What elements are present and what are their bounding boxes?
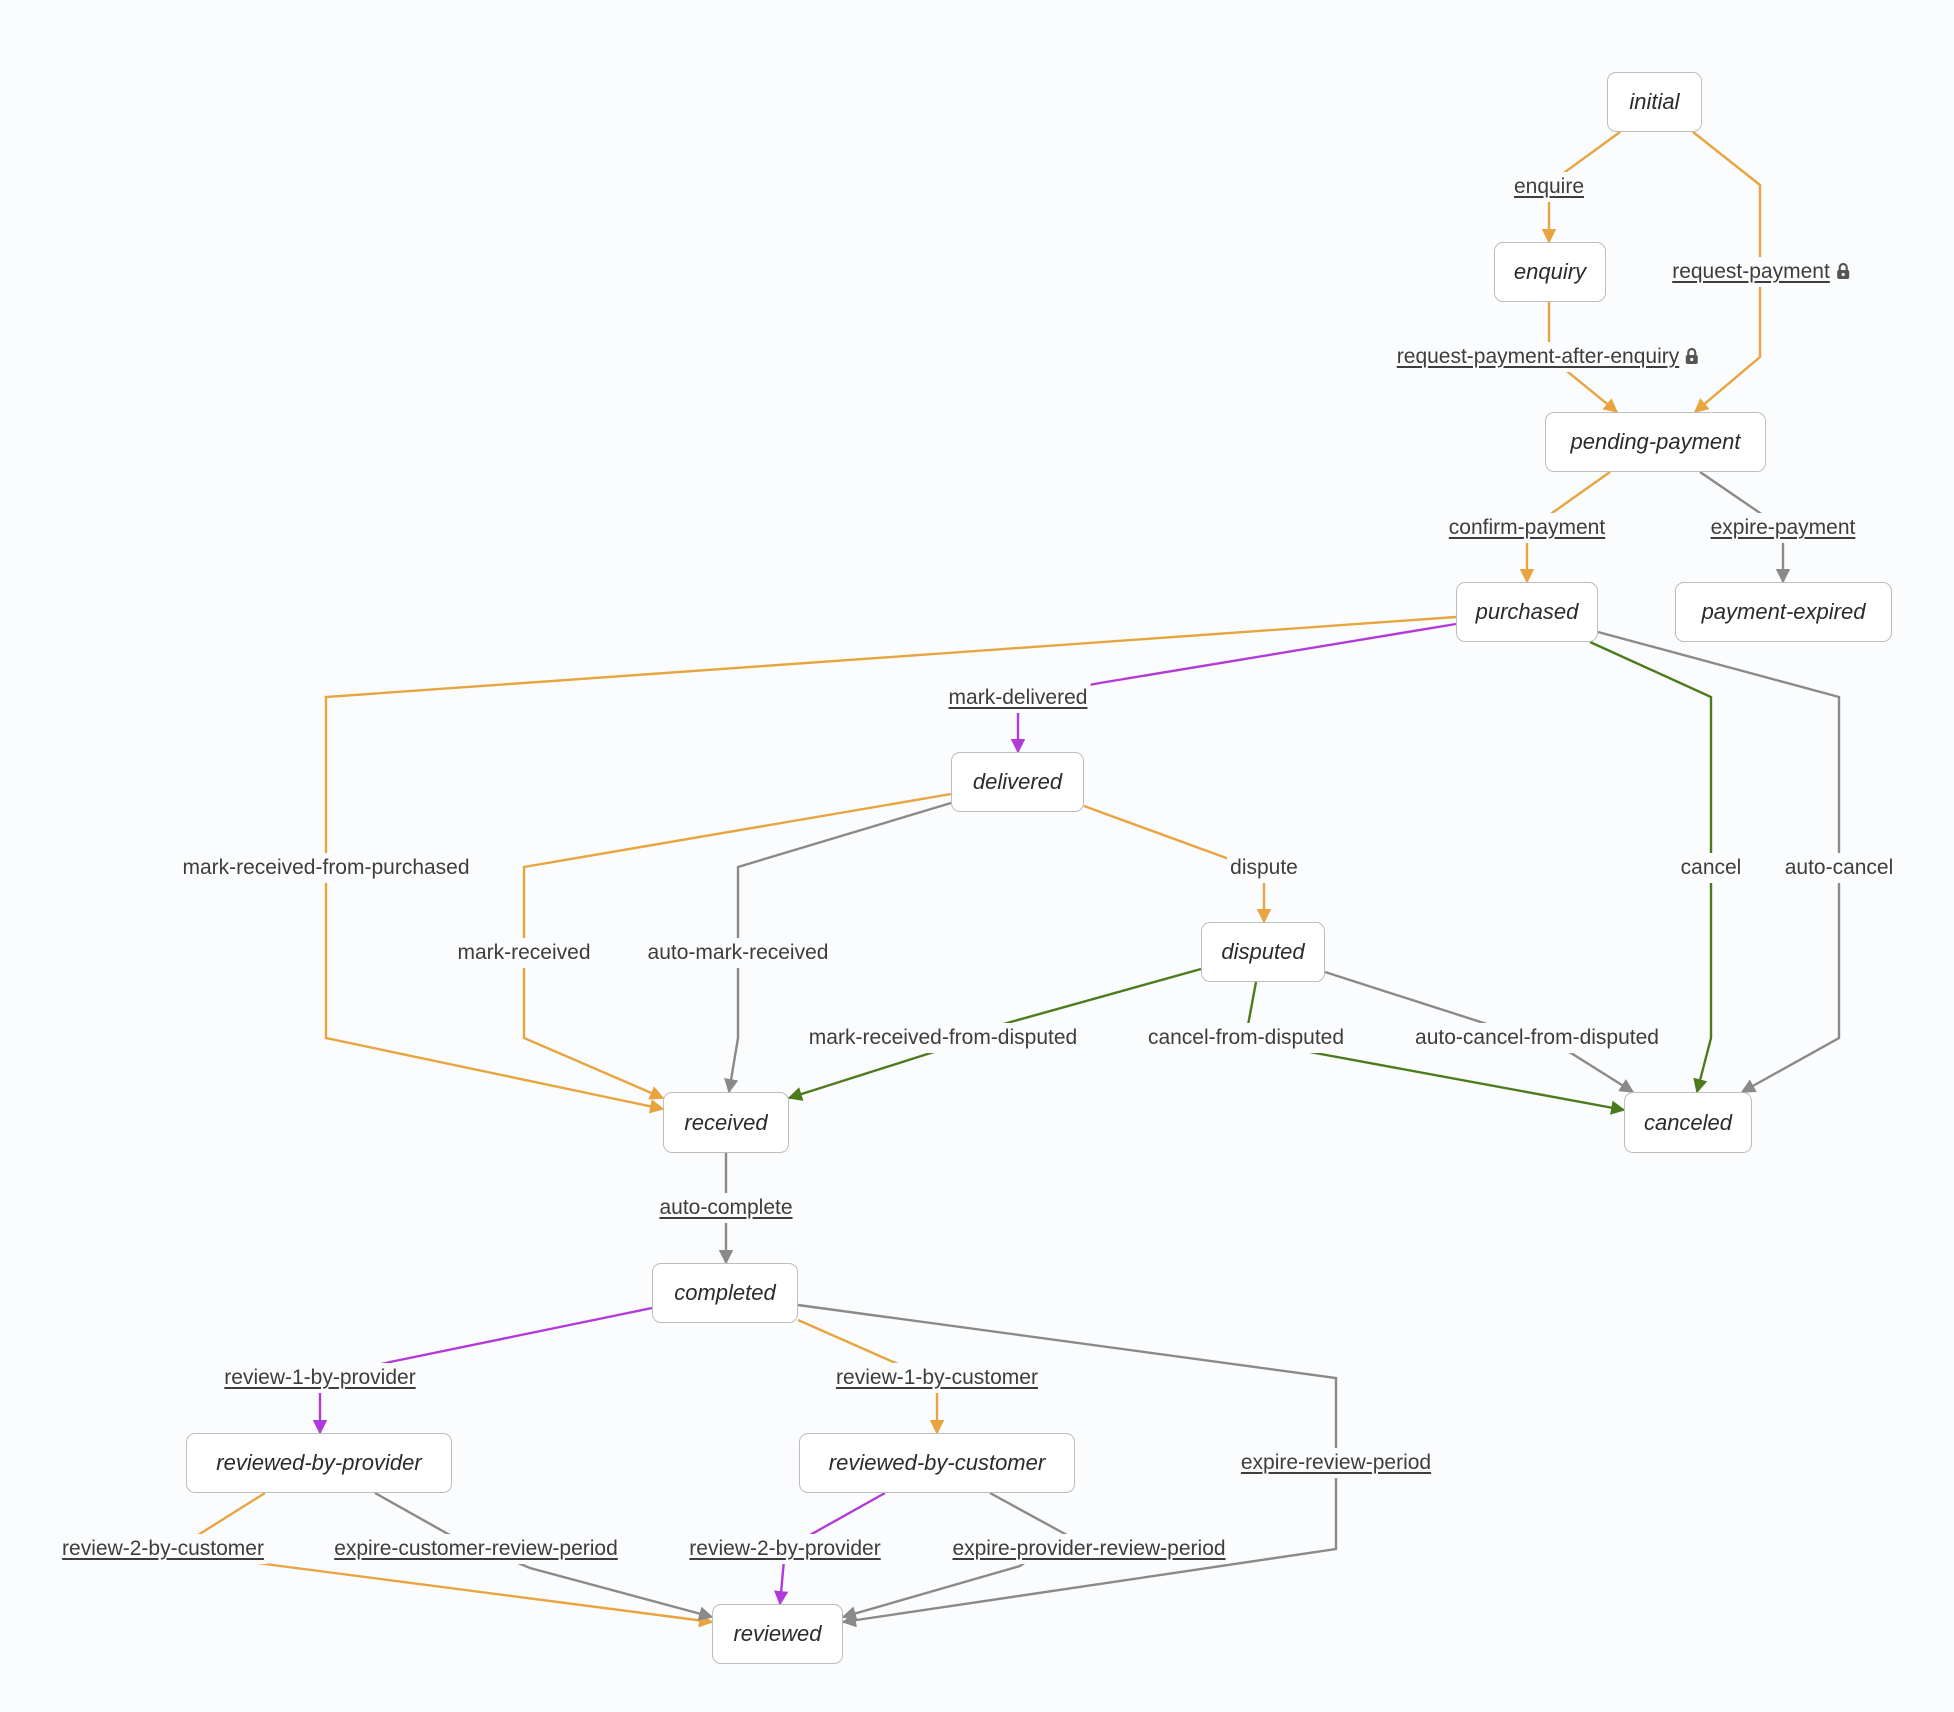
node-enquiry[interactable]: enquiry: [1494, 242, 1606, 302]
transition-label: review-1-by-customer: [836, 1366, 1038, 1389]
transition-review-2-by-provider[interactable]: review-2-by-provider: [686, 1534, 884, 1564]
transition-label: auto-cancel: [1784, 856, 1894, 879]
transition-auto-cancel: auto-cancel: [1781, 853, 1897, 883]
transition-expire-review-period[interactable]: expire-review-period: [1237, 1448, 1435, 1478]
node-reviewed-by-customer[interactable]: reviewed-by-customer: [799, 1433, 1075, 1493]
transition-label: confirm-payment: [1448, 516, 1606, 539]
transition-label: request-payment: [1672, 260, 1830, 283]
state-machine-diagram: initial enquiry pending-payment purchase…: [0, 0, 1954, 1712]
transition-enquire[interactable]: enquire: [1510, 172, 1588, 202]
transition-label: auto-cancel-from-disputed: [1415, 1026, 1659, 1049]
transition-expire-payment[interactable]: expire-payment: [1707, 513, 1859, 543]
transition-mark-received-from-disputed: mark-received-from-disputed: [805, 1023, 1081, 1053]
transition-label: mark-received-from-disputed: [808, 1026, 1078, 1049]
transition-label: request-payment-after-enquiry: [1396, 345, 1680, 368]
node-canceled[interactable]: canceled: [1624, 1092, 1752, 1153]
transition-mark-delivered[interactable]: mark-delivered: [945, 683, 1091, 713]
transition-cancel-from-disputed: cancel-from-disputed: [1144, 1023, 1348, 1053]
transition-review-1-by-provider[interactable]: review-1-by-provider: [221, 1363, 419, 1393]
transition-label: mark-delivered: [948, 686, 1088, 709]
transition-label: review-2-by-customer: [62, 1537, 264, 1560]
node-delivered[interactable]: delivered: [951, 752, 1084, 812]
transition-dispute: dispute: [1227, 853, 1301, 883]
transition-review-2-by-customer[interactable]: review-2-by-customer: [59, 1534, 267, 1564]
lock-icon: [1686, 347, 1699, 364]
transition-label: mark-received-from-purchased: [182, 856, 470, 879]
transition-mark-received-from-purchased: mark-received-from-purchased: [179, 853, 473, 883]
node-reviewed-by-provider[interactable]: reviewed-by-provider: [186, 1433, 452, 1493]
transition-label: expire-review-period: [1240, 1451, 1432, 1474]
transition-request-payment-after-enquiry[interactable]: request-payment-after-enquiry: [1393, 342, 1703, 372]
transition-expire-provider-review-period[interactable]: expire-provider-review-period: [949, 1534, 1229, 1564]
transition-expire-customer-review-period[interactable]: expire-customer-review-period: [331, 1534, 621, 1564]
transition-label: review-1-by-provider: [224, 1366, 416, 1389]
transition-label: enquire: [1513, 175, 1585, 198]
node-purchased[interactable]: purchased: [1456, 582, 1598, 642]
transition-label: dispute: [1230, 856, 1298, 879]
transition-mark-received: mark-received: [454, 938, 594, 968]
transition-label: expire-customer-review-period: [334, 1537, 618, 1560]
node-disputed[interactable]: disputed: [1201, 922, 1325, 982]
node-pending-payment[interactable]: pending-payment: [1545, 412, 1766, 472]
transition-label: cancel-from-disputed: [1147, 1026, 1345, 1049]
node-initial[interactable]: initial: [1607, 72, 1702, 132]
transition-confirm-payment[interactable]: confirm-payment: [1445, 513, 1609, 543]
transition-auto-cancel-from-disputed: auto-cancel-from-disputed: [1412, 1023, 1662, 1053]
transition-label: mark-received: [457, 941, 591, 964]
lock-icon: [1836, 262, 1849, 279]
transition-label: review-2-by-provider: [689, 1537, 881, 1560]
transition-auto-complete[interactable]: auto-complete: [656, 1193, 796, 1223]
node-payment-expired[interactable]: payment-expired: [1675, 582, 1892, 642]
transition-label: expire-payment: [1710, 516, 1856, 539]
node-reviewed[interactable]: reviewed: [712, 1604, 843, 1664]
transition-request-payment[interactable]: request-payment: [1669, 257, 1853, 287]
transition-label: cancel: [1680, 856, 1742, 879]
node-completed[interactable]: completed: [652, 1263, 798, 1323]
transition-label: auto-complete: [659, 1196, 793, 1219]
transition-label: auto-mark-received: [647, 941, 829, 964]
transition-auto-mark-received: auto-mark-received: [644, 938, 832, 968]
transition-cancel: cancel: [1677, 853, 1745, 883]
transition-review-1-by-customer[interactable]: review-1-by-customer: [833, 1363, 1041, 1393]
node-received[interactable]: received: [663, 1092, 789, 1153]
transition-label: expire-provider-review-period: [952, 1537, 1226, 1560]
